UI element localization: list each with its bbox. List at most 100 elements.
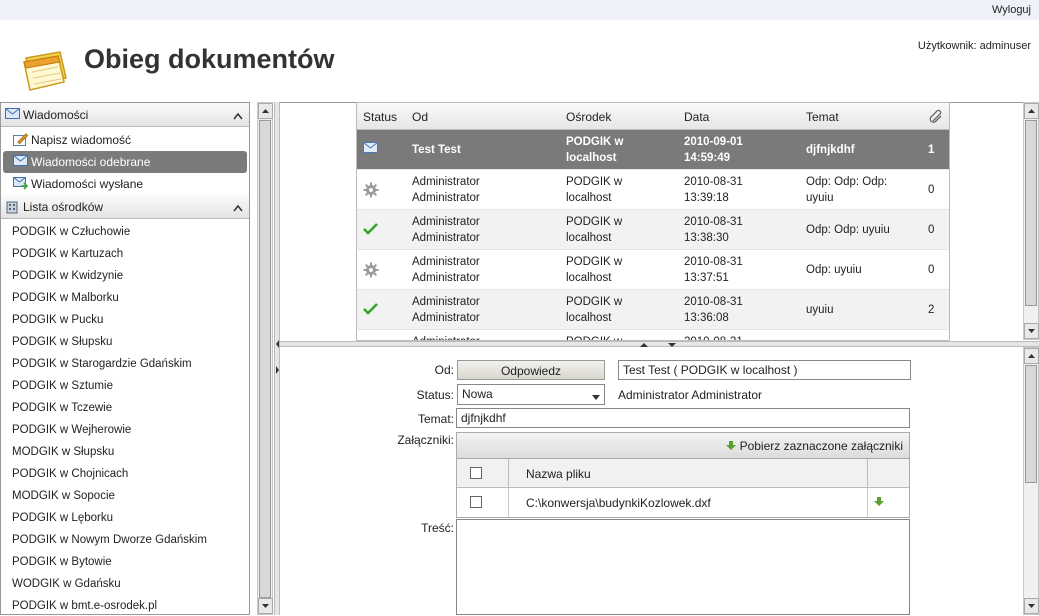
date-cell-line: 2010-08-31 <box>684 216 743 228</box>
attachments-count: 0 <box>928 262 934 278</box>
sidebar-item-center[interactable]: PODGIK w Tczewie <box>1 397 249 419</box>
message-row[interactable]: Administrator Administrator PODGIK w localh… <box>357 290 949 330</box>
attachments-count: 0 <box>928 182 934 198</box>
sidebar-scrollbar[interactable] <box>257 102 273 615</box>
subject-cell: Odp: uyuiu <box>806 262 862 278</box>
scroll-thumb[interactable] <box>1025 365 1037 483</box>
message-list-scrollbar[interactable] <box>1023 102 1039 340</box>
sidebar-item-center[interactable]: MODGIK w Słupsku <box>1 441 249 463</box>
reply-button[interactable]: Odpowiedz <box>457 360 605 380</box>
sidebar-item-center[interactable]: PODGIK w Pucku <box>1 309 249 331</box>
attachment-checkbox[interactable] <box>470 496 482 508</box>
date-cell: 2010-08-31 13:38:30 <box>684 214 743 246</box>
sidebar-item-center[interactable]: PODGIK w Bytowie <box>1 551 249 573</box>
center-cell-line: PODGIK w <box>566 136 624 148</box>
column-subject[interactable]: Temat <box>806 110 839 124</box>
date-cell: 2010-08-31 13:39:18 <box>684 174 743 206</box>
date-cell: 2010-08-31 13:36:08 <box>684 294 743 326</box>
sidebar-item-compose[interactable]: Napisz wiadomość <box>3 129 247 151</box>
message-row[interactable]: Administrator Administrator PODGIK w localh… <box>357 250 949 290</box>
scroll-up-button[interactable] <box>1024 103 1039 119</box>
sidebar-item-center[interactable]: PODGIK w Kartuzach <box>1 243 249 265</box>
download-arrow-icon[interactable] <box>874 496 884 510</box>
subject-cell-line: Odp: uyuiu <box>806 264 862 276</box>
chevron-up-icon[interactable] <box>233 201 243 215</box>
center-cell: PODGIK w localhost <box>566 294 622 326</box>
column-date[interactable]: Data <box>684 110 709 124</box>
subject-label: Temat: <box>417 412 454 426</box>
message-row[interactable]: Administrator Administrator PODGIK w localh… <box>357 170 949 210</box>
center-cell-line: PODGIK w <box>566 296 623 308</box>
from-cell: Test Test <box>412 142 461 158</box>
messages-section-label: Wiadomości <box>23 108 89 122</box>
top-bar: Wyloguj <box>0 0 1039 20</box>
sidebar-item-center[interactable]: PODGIK w Słupsku <box>1 331 249 353</box>
attachment-file-name[interactable]: C:\konwersja\budynkiKozlowek.dxf <box>526 496 711 510</box>
sidebar-item-center[interactable]: PODGIK w Lęborku <box>1 507 249 529</box>
center-cell-line: localhost <box>566 272 612 284</box>
attachments-count: 1 <box>928 142 934 158</box>
compose-icon <box>13 133 29 150</box>
message-body[interactable] <box>456 519 910 615</box>
column-status[interactable]: Status <box>363 110 397 124</box>
sidebar-item-center[interactable]: MODGIK w Sopocie <box>1 485 249 507</box>
sidebar-item-label: Wiadomości wysłane <box>31 177 144 191</box>
sidebar-item-center[interactable]: PODGIK w Kwidzynie <box>1 265 249 287</box>
sender-name: Administrator Administrator <box>618 388 763 402</box>
sidebar-item-center[interactable]: PODGIK w Sztumie <box>1 375 249 397</box>
center-cell-line: localhost <box>566 232 612 244</box>
sidebar-item-label: Napisz wiadomość <box>31 133 132 147</box>
center-cell-line: PODGIK w <box>566 334 622 340</box>
sidebar-item-inbox[interactable]: Wiadomości odebrane <box>3 151 247 173</box>
download-arrow-icon <box>726 439 739 453</box>
column-from[interactable]: Od <box>412 110 428 124</box>
date-cell-line: 2010-08-31 <box>684 256 743 268</box>
scroll-down-button[interactable] <box>1024 323 1039 339</box>
sidebar-item-center[interactable]: PODGIK w Wejherowie <box>1 419 249 441</box>
from-cell: Administrator Administrator <box>412 214 480 246</box>
sidebar-item-center[interactable]: PODGIK w Człuchowie <box>1 221 249 243</box>
subject-cell: Odp: Odp: uyuiu <box>806 222 890 238</box>
download-selected-label: Pobierz zaznaczone załączniki <box>739 439 903 453</box>
attachments-count-line: 0 <box>928 264 935 276</box>
sidebar-item-center[interactable]: WODGIK w Gdańsku <box>1 573 249 595</box>
scroll-up-button[interactable] <box>258 103 273 119</box>
sidebar-item-center[interactable]: PODGIK w Malborku <box>1 287 249 309</box>
download-selected-button[interactable]: Pobierz zaznaczone załączniki <box>726 439 903 453</box>
grid-body: Test Test PODGIK w localhost 2010-09-01 14:5… <box>357 130 949 340</box>
subject-cell: uyuiu <box>806 302 834 318</box>
centers-section-label: Lista ośrodków <box>23 200 104 214</box>
select-all-checkbox[interactable] <box>470 467 482 479</box>
message-row[interactable]: Administrator PODGIK w 2010-08-31 <box>357 330 949 340</box>
chevron-up-icon[interactable] <box>233 109 243 123</box>
paperclip-icon[interactable] <box>929 109 943 126</box>
scroll-thumb[interactable] <box>1025 120 1037 306</box>
scroll-thumb[interactable] <box>259 120 271 598</box>
sidebar-item-sent[interactable]: Wiadomości wysłane <box>3 173 247 195</box>
scroll-down-button[interactable] <box>1024 598 1039 614</box>
from-label: Od: <box>434 363 454 377</box>
scroll-up-button[interactable] <box>1024 348 1039 364</box>
gear-icon <box>363 182 379 203</box>
message-row[interactable]: Administrator Administrator PODGIK w localh… <box>357 210 949 250</box>
subject-field[interactable]: djfnjkdhf <box>456 408 910 428</box>
messages-section-header[interactable]: Wiadomości <box>1 103 249 127</box>
attachments-count: 0 <box>928 222 934 238</box>
column-center[interactable]: Ośrodek <box>566 110 611 124</box>
horizontal-splitter[interactable] <box>280 341 1039 347</box>
from-cell-line: Test Test <box>412 144 461 156</box>
sidebar-item-center[interactable]: PODGIK w bmt.e-osrodek.pl <box>1 595 249 614</box>
logout-link[interactable]: Wyloguj <box>992 4 1031 16</box>
detail-scrollbar[interactable] <box>1023 347 1039 615</box>
centers-section-header[interactable]: Lista ośrodków <box>1 195 249 219</box>
sidebar-item-center[interactable]: PODGIK w Starogardzie Gdańskim <box>1 353 249 375</box>
date-cell: 2010-08-31 13:37:51 <box>684 254 743 286</box>
message-row[interactable]: Test Test PODGIK w localhost 2010-09-01 14:5… <box>357 130 949 170</box>
sidebar-item-center[interactable]: PODGIK w Nowym Dworze Gdańskim <box>1 529 249 551</box>
attachments-count-line: 2 <box>928 304 935 316</box>
date-cell-line: 13:36:08 <box>684 312 729 324</box>
status-select[interactable]: Nowa <box>457 384 605 405</box>
sidebar-item-center[interactable]: PODGIK w Chojnicach <box>1 463 249 485</box>
scroll-down-button[interactable] <box>258 598 273 614</box>
center-cell-line: PODGIK w <box>566 216 623 228</box>
